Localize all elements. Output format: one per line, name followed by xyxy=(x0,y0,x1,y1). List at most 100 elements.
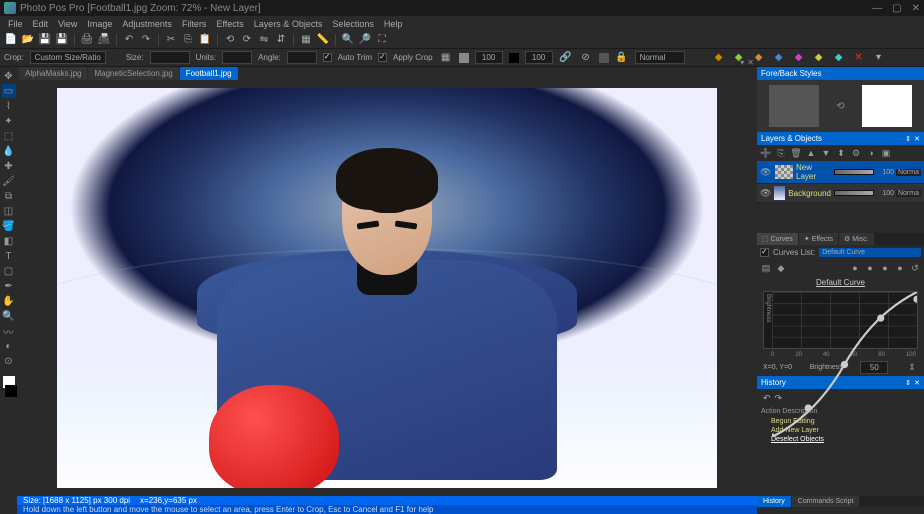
opacity-slider[interactable] xyxy=(834,190,874,196)
group-icon[interactable]: ▣ xyxy=(880,147,892,159)
up-layer-icon[interactable]: ▲ xyxy=(805,147,817,159)
erase-tool[interactable]: ◫ xyxy=(2,204,16,218)
tab-curves[interactable]: ⬚Curves xyxy=(757,233,798,245)
shape-tool[interactable]: ▢ xyxy=(2,264,16,278)
zoom-out-icon[interactable]: 🔎 xyxy=(358,33,372,47)
smudge-tool[interactable]: 〰 xyxy=(2,324,16,338)
fore-style-swatch[interactable] xyxy=(769,85,819,127)
menu-layers[interactable]: Layers & Objects xyxy=(250,19,327,29)
color-swatch-2[interactable] xyxy=(509,53,519,63)
crop-mode-dropdown[interactable]: Custom Size/Ratio xyxy=(30,51,106,64)
size-dropdown[interactable] xyxy=(150,51,190,64)
color-swatch-1[interactable] xyxy=(459,53,469,63)
fit-icon[interactable]: ⛶ xyxy=(375,33,389,47)
move-tool[interactable]: ✥ xyxy=(2,69,16,83)
color-swatch-3[interactable] xyxy=(599,53,609,63)
tab-2[interactable]: Football1.jpg xyxy=(180,67,238,80)
layer-row-0[interactable]: 👁 New Layer 100 Norma xyxy=(757,161,924,184)
curve-pt1-icon[interactable]: ● xyxy=(849,262,861,274)
paste-icon[interactable]: 📋 xyxy=(198,33,212,47)
menu-image[interactable]: Image xyxy=(83,19,116,29)
btab-history[interactable]: History xyxy=(757,496,791,507)
visibility-icon[interactable]: 👁 xyxy=(760,167,772,178)
undo-icon[interactable]: ↶ xyxy=(122,33,136,47)
curve-op1-icon[interactable]: ◆ xyxy=(775,262,787,274)
eyedrop-tool[interactable]: 💧 xyxy=(2,144,16,158)
tab-effects[interactable]: ✦Effects xyxy=(799,233,838,245)
pen-tool[interactable]: ✒ xyxy=(2,279,16,293)
autotrim-checkbox[interactable] xyxy=(323,53,332,62)
dup-layer-icon[interactable]: ⎘ xyxy=(775,147,787,159)
menu-help[interactable]: Help xyxy=(380,19,407,29)
save-icon[interactable]: 💾 xyxy=(38,33,52,47)
fx-more-icon[interactable]: ▾ xyxy=(872,51,886,65)
curve-pt3-icon[interactable]: ● xyxy=(879,262,891,274)
wand-tool[interactable]: ✦ xyxy=(2,114,16,128)
menu-edit[interactable]: Edit xyxy=(29,19,53,29)
tab-dropdown-icon[interactable]: ▾ xyxy=(740,58,744,67)
back-style-swatch[interactable] xyxy=(862,85,912,127)
opacity-1-input[interactable] xyxy=(475,51,503,64)
curve-graph[interactable]: Brightness xyxy=(763,291,918,349)
lasso-tool[interactable]: ⌇ xyxy=(2,99,16,113)
menu-selections[interactable]: Selections xyxy=(328,19,378,29)
curve-pt2-icon[interactable]: ● xyxy=(864,262,876,274)
angle-dropdown[interactable] xyxy=(287,51,317,64)
down-layer-icon[interactable]: ▼ xyxy=(820,147,832,159)
gradient-tool[interactable]: ◧ xyxy=(2,234,16,248)
curves-enable-checkbox[interactable] xyxy=(760,248,769,257)
maximize-button[interactable]: ▢ xyxy=(892,3,901,14)
bg-color[interactable] xyxy=(5,385,17,397)
brush-tool[interactable]: 🖌 xyxy=(2,174,16,188)
fx5-icon[interactable]: ◆ xyxy=(792,51,806,65)
tab-1[interactable]: MagneticSelection.jpg xyxy=(88,67,178,80)
minimize-button[interactable]: — xyxy=(872,3,882,14)
fill-tool[interactable]: 🪣 xyxy=(2,219,16,233)
blend-dropdown[interactable]: Normal xyxy=(635,51,685,64)
curve-reset-icon[interactable]: ↺ xyxy=(909,262,921,274)
panel-menu-icon[interactable]: ⇕ xyxy=(905,135,911,143)
reset-icon[interactable]: ⊘ xyxy=(579,51,593,65)
btab-commands[interactable]: Commands Script xyxy=(792,496,860,507)
menu-adjustments[interactable]: Adjustments xyxy=(118,19,176,29)
menu-file[interactable]: File xyxy=(4,19,27,29)
image-canvas[interactable] xyxy=(57,88,717,488)
crop-tool[interactable]: ⬚ xyxy=(2,129,16,143)
fx7-icon[interactable]: ◆ xyxy=(832,51,846,65)
print-icon[interactable]: 🖨 xyxy=(80,33,94,47)
opacity-2-input[interactable] xyxy=(525,51,553,64)
merge-icon[interactable]: ⬍ xyxy=(835,147,847,159)
visibility-icon[interactable]: 👁 xyxy=(760,188,771,199)
layer-row-1[interactable]: 👁 Background 100 Norma xyxy=(757,184,924,203)
lock-icon[interactable]: 🔒 xyxy=(615,51,629,65)
open-icon[interactable]: 📂 xyxy=(21,33,35,47)
canvas-viewport[interactable] xyxy=(17,80,757,496)
fx-del-icon[interactable]: ✕ xyxy=(852,51,866,65)
sponge-tool[interactable]: ⊙ xyxy=(2,354,16,368)
curve-pt4-icon[interactable]: ● xyxy=(894,262,906,274)
rotate-right-icon[interactable]: ⟳ xyxy=(240,33,254,47)
saveas-icon[interactable]: 💾 xyxy=(55,33,69,47)
fx4-icon[interactable]: ◆ xyxy=(772,51,786,65)
opacity-slider[interactable] xyxy=(834,169,874,175)
zoom-in-icon[interactable]: 🔍 xyxy=(341,33,355,47)
copy-icon[interactable]: ⎘ xyxy=(181,33,195,47)
fx-layer-icon[interactable]: ⚙ xyxy=(850,147,862,159)
tab-close-icon[interactable]: ✕ xyxy=(747,58,754,67)
menu-filters[interactable]: Filters xyxy=(178,19,211,29)
tab-misc[interactable]: ⚙Misc. xyxy=(839,233,874,245)
new-icon[interactable]: 📄 xyxy=(4,33,18,47)
mask-icon[interactable]: ◑ xyxy=(865,147,877,159)
close-button[interactable]: ✕ xyxy=(912,3,920,14)
grid-opt-icon[interactable]: ▦ xyxy=(439,51,453,65)
cut-icon[interactable]: ✂ xyxy=(164,33,178,47)
menu-view[interactable]: View xyxy=(54,19,81,29)
swap-styles-icon[interactable]: ⟲ xyxy=(836,101,844,112)
heal-tool[interactable]: ✚ xyxy=(2,159,16,173)
rect-select-tool[interactable]: ▭ xyxy=(2,84,16,98)
del-layer-icon[interactable]: 🗑 xyxy=(790,147,802,159)
flip-v-icon[interactable]: ⇵ xyxy=(274,33,288,47)
fx6-icon[interactable]: ◆ xyxy=(812,51,826,65)
clone-tool[interactable]: ⧉ xyxy=(2,189,16,203)
units-dropdown[interactable] xyxy=(222,51,252,64)
